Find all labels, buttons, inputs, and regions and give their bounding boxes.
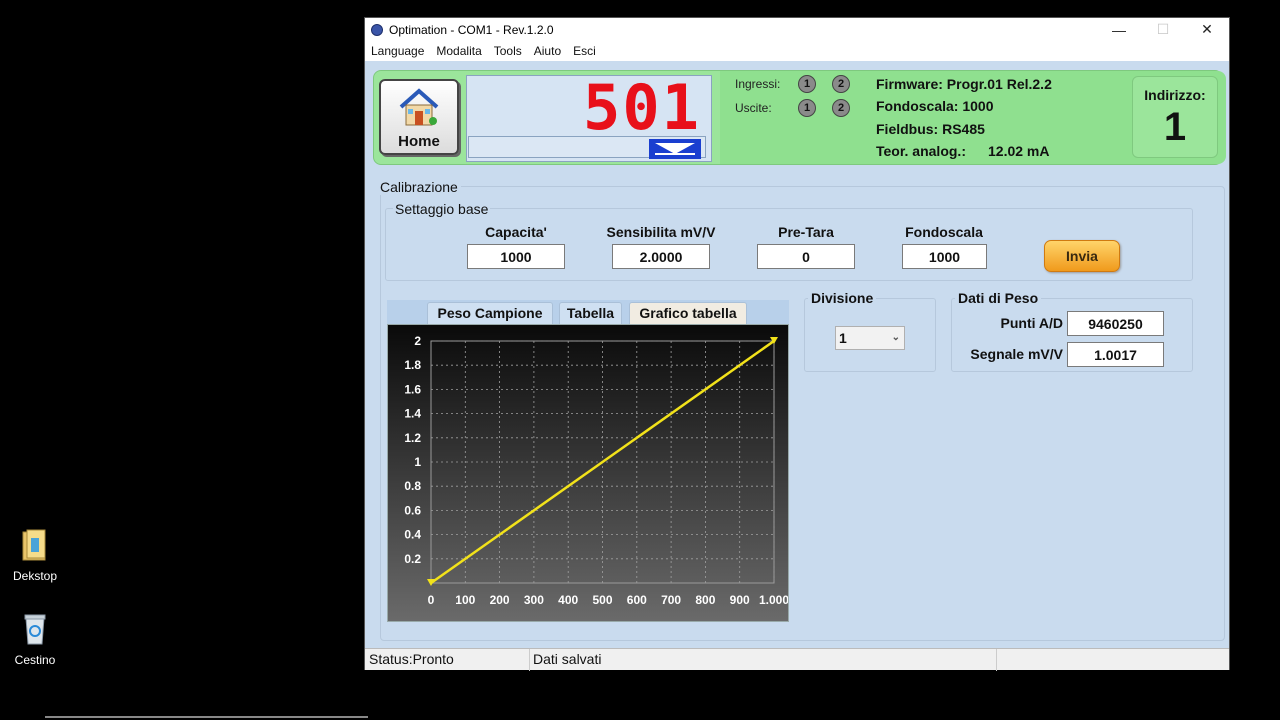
- taskbar-edge: [45, 716, 368, 718]
- menu-esci[interactable]: Esci: [567, 44, 602, 58]
- minimize-button[interactable]: —: [1097, 18, 1141, 41]
- x-tick-label: 700: [661, 593, 681, 607]
- base-settings-title: Settaggio base: [393, 201, 491, 217]
- inputs-label: Ingressi:: [735, 77, 781, 91]
- y-tick-label: 1.6: [404, 382, 421, 396]
- menu-aiuto[interactable]: Aiuto: [528, 44, 567, 58]
- desktop-icon-label: Dekstop: [12, 569, 58, 583]
- menu-bar: Language Modalita Tools Aiuto Esci: [365, 41, 1229, 61]
- window-title: Optimation - COM1 - Rev.1.2.0: [389, 22, 554, 37]
- divisione-title: Divisione: [808, 290, 877, 306]
- outputs-label: Uscite:: [735, 101, 772, 115]
- sensitivity-label: Sensibilita mV/V: [606, 224, 716, 240]
- input-led-1: 1: [798, 75, 816, 93]
- x-tick-label: 900: [730, 593, 750, 607]
- punti-label: Punti A/D: [1000, 315, 1063, 331]
- calibration-title: Calibrazione: [380, 179, 461, 195]
- y-tick-label: 1.8: [404, 358, 421, 372]
- output-led-2: 2: [832, 99, 850, 117]
- y-tick-label: 1.2: [404, 431, 421, 445]
- firmware-info: Firmware: Progr.01 Rel.2.2: [876, 76, 1052, 92]
- tab-grafico-tabella[interactable]: Grafico tabella: [629, 302, 747, 324]
- title-bar[interactable]: Optimation - COM1 - Rev.1.2.0 — ☐ ✕: [365, 18, 1229, 41]
- x-tick-label: 1.000: [759, 593, 788, 607]
- app-icon: [371, 23, 383, 36]
- segnale-field[interactable]: [1067, 342, 1164, 367]
- home-button[interactable]: Home: [379, 79, 459, 155]
- maximize-button[interactable]: ☐: [1141, 18, 1185, 41]
- capacity-label: Capacita': [485, 224, 547, 240]
- x-tick-label: 200: [490, 593, 510, 607]
- output-led-1: 1: [798, 99, 816, 117]
- status-text: Status:Pronto: [367, 649, 530, 671]
- x-tick-label: 0: [428, 593, 435, 607]
- home-icon: [399, 88, 439, 126]
- x-tick-label: 400: [558, 593, 578, 607]
- y-tick-label: 1.4: [404, 407, 421, 421]
- home-label: Home: [398, 133, 440, 150]
- dati-peso-title: Dati di Peso: [955, 290, 1042, 306]
- status-message: Dati salvati: [531, 649, 997, 671]
- fondoscala-info: Fondoscala: 1000: [876, 98, 994, 114]
- pretara-label: Pre-Tara: [778, 224, 834, 240]
- x-tick-label: 300: [524, 593, 544, 607]
- weight-display: 501: [466, 75, 712, 162]
- punti-field[interactable]: [1067, 311, 1164, 336]
- address-value: 1: [1163, 105, 1187, 149]
- fondoscala-label: Fondoscala: [905, 224, 983, 240]
- app-window: Optimation - COM1 - Rev.1.2.0 — ☐ ✕ Lang…: [364, 17, 1230, 671]
- display-status-bar: [468, 136, 706, 159]
- x-tick-label: 600: [627, 593, 647, 607]
- y-tick-label: 0.4: [404, 528, 421, 542]
- desktop-icon-folder[interactable]: Dekstop: [0, 528, 70, 583]
- y-tick-label: 0.6: [404, 503, 421, 517]
- tab-tabella[interactable]: Tabella: [559, 302, 622, 324]
- capacity-field[interactable]: [467, 244, 565, 269]
- header-panel: Home 501 Ingressi: 1 2 Uscite: 1 2 Firmw…: [373, 70, 1226, 165]
- chart-svg: 0 100 200 300 400 500 600 700 800 900 1.000 0.2 0.4 0…: [388, 325, 789, 621]
- weight-value: 501: [583, 71, 701, 144]
- y-tick-label: 0.2: [404, 552, 421, 566]
- desktop-icon-label: Cestino: [14, 653, 56, 667]
- x-tick-label: 800: [695, 593, 715, 607]
- divisione-select[interactable]: 1 ⌄: [835, 326, 905, 350]
- segnale-label: Segnale mV/V: [970, 346, 1063, 362]
- x-tick-label: 500: [592, 593, 612, 607]
- tab-bar: Peso Campione Tabella Grafico tabella: [387, 300, 789, 324]
- menu-language[interactable]: Language: [365, 44, 430, 58]
- folder-icon: [22, 529, 46, 561]
- fieldbus-info: Fieldbus: RS485: [876, 121, 985, 137]
- y-tick-label: 1: [414, 455, 421, 469]
- y-tick-label: 0.8: [404, 479, 421, 493]
- chevron-down-icon: ⌄: [891, 332, 900, 343]
- analog-label: Teor. analog.:: [876, 143, 966, 159]
- pretara-field[interactable]: [757, 244, 855, 269]
- divisione-value: 1: [839, 330, 847, 346]
- sensitivity-field[interactable]: [612, 244, 710, 269]
- fondoscala-field[interactable]: [902, 244, 987, 269]
- analog-value: 12.02 mA: [988, 143, 1050, 159]
- y-tick-label: 2: [414, 334, 421, 348]
- address-label: Indirizzo:: [1144, 87, 1206, 103]
- x-tick-label: 100: [455, 593, 475, 607]
- close-button[interactable]: ✕: [1185, 18, 1229, 41]
- device-status: Ingressi: 1 2 Uscite: 1 2 Firmware: Prog…: [720, 71, 1226, 164]
- menu-tools[interactable]: Tools: [488, 44, 528, 58]
- address-box: Indirizzo: 1: [1132, 76, 1218, 158]
- invia-button[interactable]: Invia: [1044, 240, 1120, 272]
- tab-peso-campione[interactable]: Peso Campione: [427, 302, 553, 324]
- mail-icon: [649, 139, 701, 159]
- calibration-chart: 0 100 200 300 400 500 600 700 800 900 1.000 0.2 0.4 0…: [387, 324, 789, 622]
- menu-modalita[interactable]: Modalita: [430, 44, 487, 58]
- input-led-2: 2: [832, 75, 850, 93]
- recycle-bin-icon: [24, 614, 46, 645]
- status-bar: Status:Pronto Dati salvati: [365, 648, 1229, 671]
- desktop-icon-recycle-bin[interactable]: Cestino: [0, 612, 70, 667]
